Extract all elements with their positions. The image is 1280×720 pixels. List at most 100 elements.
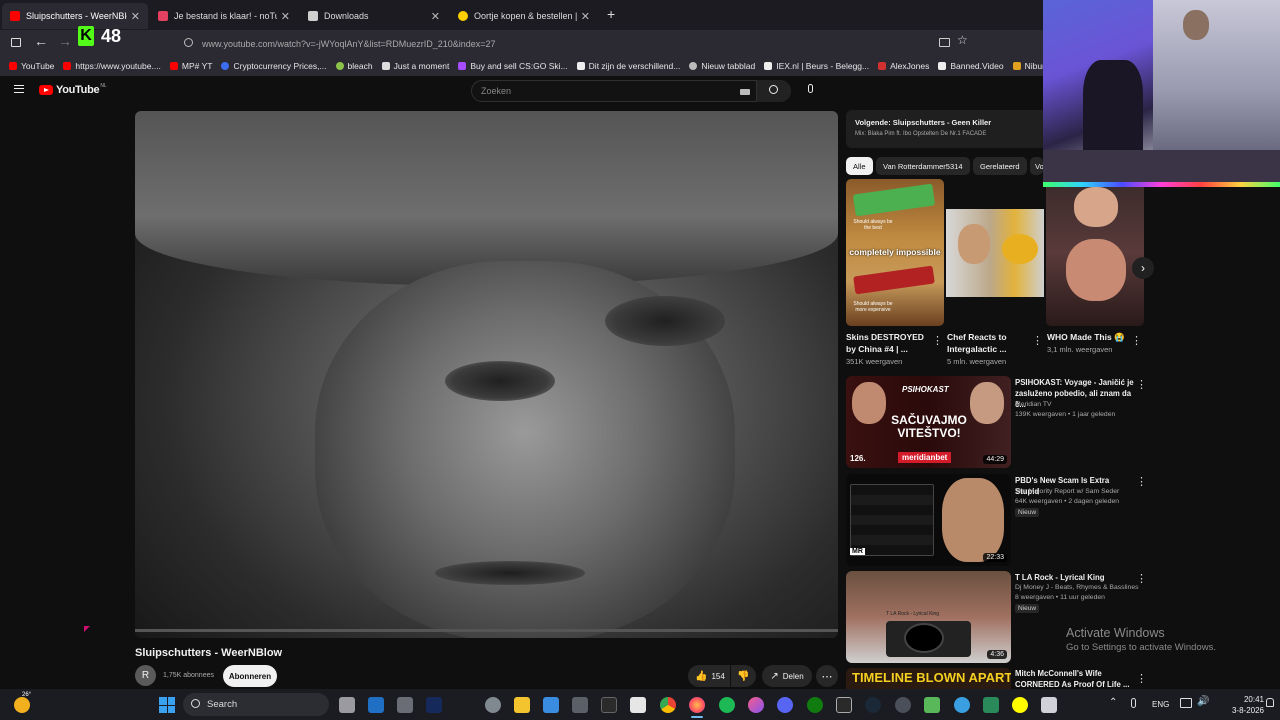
app-circle-icon[interactable] — [895, 697, 911, 713]
video-player[interactable] — [135, 111, 838, 638]
video-menu-icon[interactable]: ⋮ — [1136, 672, 1147, 685]
steam-icon[interactable] — [865, 697, 881, 713]
site-info-icon[interactable] — [184, 38, 193, 47]
clock[interactable]: 20:41 3-8-2026 — [1218, 694, 1264, 716]
short-title[interactable]: Chef Reacts to Intergalactic ... — [947, 331, 1033, 355]
close-tab-icon[interactable]: ✕ — [131, 10, 140, 23]
bookmark-just-a-moment[interactable]: Just a moment — [381, 61, 449, 71]
bookmark-mp-yt[interactable]: MP# YT — [169, 61, 212, 71]
calculator-icon[interactable] — [397, 697, 413, 713]
xbox-icon[interactable] — [807, 697, 823, 713]
video-thumbnail-tla-rock[interactable]: T LA Rock - Lyrical King 4:36 — [846, 571, 1011, 663]
voice-search-button[interactable] — [799, 79, 822, 102]
short-thumbnail-who[interactable] — [1046, 179, 1144, 326]
short-menu-icon[interactable]: ⋮ — [1032, 334, 1043, 347]
search-input[interactable]: Zoeken — [471, 80, 791, 102]
short-menu-icon[interactable]: ⋮ — [1131, 334, 1142, 347]
snapchat-icon[interactable] — [1012, 697, 1028, 713]
bookmark-new-tab[interactable]: Nieuw tabblad — [689, 61, 755, 71]
short-thumbnail-skins[interactable]: Should always be the best completely imp… — [846, 179, 944, 326]
app-icon[interactable] — [572, 697, 588, 713]
picture-in-picture-icon[interactable] — [939, 38, 950, 47]
language-indicator[interactable]: ENG — [1152, 700, 1169, 709]
start-button[interactable] — [159, 697, 175, 713]
video-title-link[interactable]: T LA Rock - Lyrical King — [1015, 572, 1135, 583]
video-channel[interactable]: The Majority Report w/ Sam Seder — [1015, 488, 1119, 495]
globe-app-icon[interactable] — [954, 697, 970, 713]
sidebar-toggle-icon[interactable] — [11, 38, 21, 47]
back-icon[interactable]: ← — [34, 33, 48, 49]
forward-icon[interactable]: → — [58, 33, 72, 49]
video-channel[interactable]: Dj Money J - Beats, Rhymes & Basslines — [1015, 584, 1139, 591]
taskbar-app-icon[interactable] — [1041, 697, 1057, 713]
weather-icon[interactable] — [14, 697, 30, 713]
menu-icon[interactable] — [14, 85, 24, 93]
channel-avatar[interactable]: R — [135, 665, 156, 686]
show-hidden-icons[interactable]: ⌃ — [1109, 697, 1117, 708]
task-view-icon[interactable] — [339, 697, 355, 713]
tab-sluipschutters[interactable]: Sluipschutters - WeerNBlow ✕ — [2, 3, 148, 29]
up-next-panel[interactable]: Volgende: Sluipschutters - Geen Killer M… — [846, 110, 1043, 148]
discord-icon[interactable] — [777, 697, 793, 713]
bookmark-iex[interactable]: IEX.nl | Beurs - Belegg... — [764, 61, 869, 71]
short-title[interactable]: WHO Made This 😭 — [1047, 331, 1137, 343]
bookmark-banned-video[interactable]: Banned.Video — [938, 61, 1004, 71]
itunes-icon[interactable] — [748, 697, 764, 713]
file-explorer-icon[interactable] — [514, 697, 530, 713]
tab-jumbo[interactable]: Oortje kopen & bestellen | Jumbo ✕ — [450, 3, 598, 29]
subscribe-button[interactable]: Abonneren — [223, 665, 277, 687]
youtube-logo[interactable]: YouTube NL — [39, 83, 107, 96]
tab-notube[interactable]: Je bestand is klaar! - noTube ✕ — [150, 3, 298, 29]
share-button[interactable]: ↗ Delen — [762, 665, 812, 687]
bookmark-csgo[interactable]: Buy and sell CS:GO Ski... — [458, 61, 568, 71]
bookmark-crypto[interactable]: Cryptocurrency Prices,... — [221, 61, 327, 71]
volume-icon[interactable]: 🔊 — [1197, 696, 1209, 707]
close-tab-icon[interactable]: ✕ — [581, 10, 590, 23]
green-app-icon[interactable] — [924, 697, 940, 713]
search-button[interactable] — [756, 80, 791, 102]
video-progress-bar[interactable] — [135, 629, 838, 632]
video-title-link[interactable]: Mitch McConnell's Wife CORNERED As Proof… — [1015, 668, 1135, 690]
chip-more[interactable]: Vo — [1030, 157, 1043, 175]
new-tab-button[interactable]: + — [607, 6, 615, 22]
settings-icon[interactable] — [485, 697, 501, 713]
short-menu-icon[interactable]: ⋮ — [932, 334, 943, 347]
store-icon[interactable] — [543, 697, 559, 713]
video-menu-icon[interactable]: ⋮ — [1136, 475, 1147, 488]
bookmark-alexjones[interactable]: AlexJones — [878, 61, 929, 71]
sbn-icon[interactable] — [426, 697, 442, 713]
video-thumbnail-pbd[interactable]: MR 22:33 — [846, 474, 1011, 566]
keyboard-icon[interactable] — [740, 89, 750, 95]
microphone-icon[interactable] — [1131, 698, 1136, 708]
outlook-icon[interactable] — [368, 697, 384, 713]
chip-van-rotterdammer[interactable]: Van Rotterdammer5314 — [876, 157, 970, 175]
video-thumbnail-mcconnell[interactable]: TIMELINE BLOWN APART — [846, 668, 1011, 689]
more-actions-button[interactable]: ⋯ — [816, 665, 838, 687]
short-title[interactable]: Skins DESTROYED by China #4 | ... — [846, 331, 932, 355]
store-app-icon[interactable] — [983, 697, 999, 713]
bookmark-bleach[interactable]: bleach — [335, 61, 373, 71]
bookmark-youtube-url[interactable]: https://www.youtube.... — [63, 61, 161, 71]
bookmark-x-article[interactable]: Dit zijn de verschillend... — [576, 61, 680, 71]
short-thumbnail-chef[interactable] — [946, 179, 1044, 326]
video-thumbnail-psihokast[interactable]: PSIHOKAST SAČUVAJMO VITEŠTVO! meridianbe… — [846, 376, 1011, 468]
video-channel[interactable]: Meridian TV — [1015, 401, 1052, 408]
network-icon[interactable] — [1180, 698, 1192, 708]
sticky-app-icon[interactable] — [630, 697, 646, 713]
bookmark-star-icon[interactable]: ☆ — [957, 33, 968, 47]
bookmark-niburu[interactable]: Niburu.co :: Onthulle — [1012, 61, 1043, 71]
epic-games-icon[interactable] — [836, 697, 852, 713]
spotify-icon[interactable] — [719, 697, 735, 713]
close-tab-icon[interactable]: ✕ — [431, 10, 440, 23]
tab-downloads[interactable]: Downloads ✕ — [300, 3, 448, 29]
chip-related[interactable]: Gerelateerd — [973, 157, 1027, 175]
address-input[interactable]: www.youtube.com/watch?v=-jWYoqlAnY&list=… — [176, 34, 976, 53]
video-menu-icon[interactable]: ⋮ — [1136, 378, 1147, 391]
chrome-icon[interactable] — [660, 697, 676, 713]
chip-all[interactable]: Alle — [846, 157, 873, 175]
notification-bell-icon[interactable] — [1266, 698, 1274, 707]
like-button[interactable]: 👍 154 — [688, 665, 730, 687]
taskbar-search[interactable]: Search — [183, 693, 329, 716]
video-menu-icon[interactable]: ⋮ — [1136, 572, 1147, 585]
close-tab-icon[interactable]: ✕ — [281, 10, 290, 23]
